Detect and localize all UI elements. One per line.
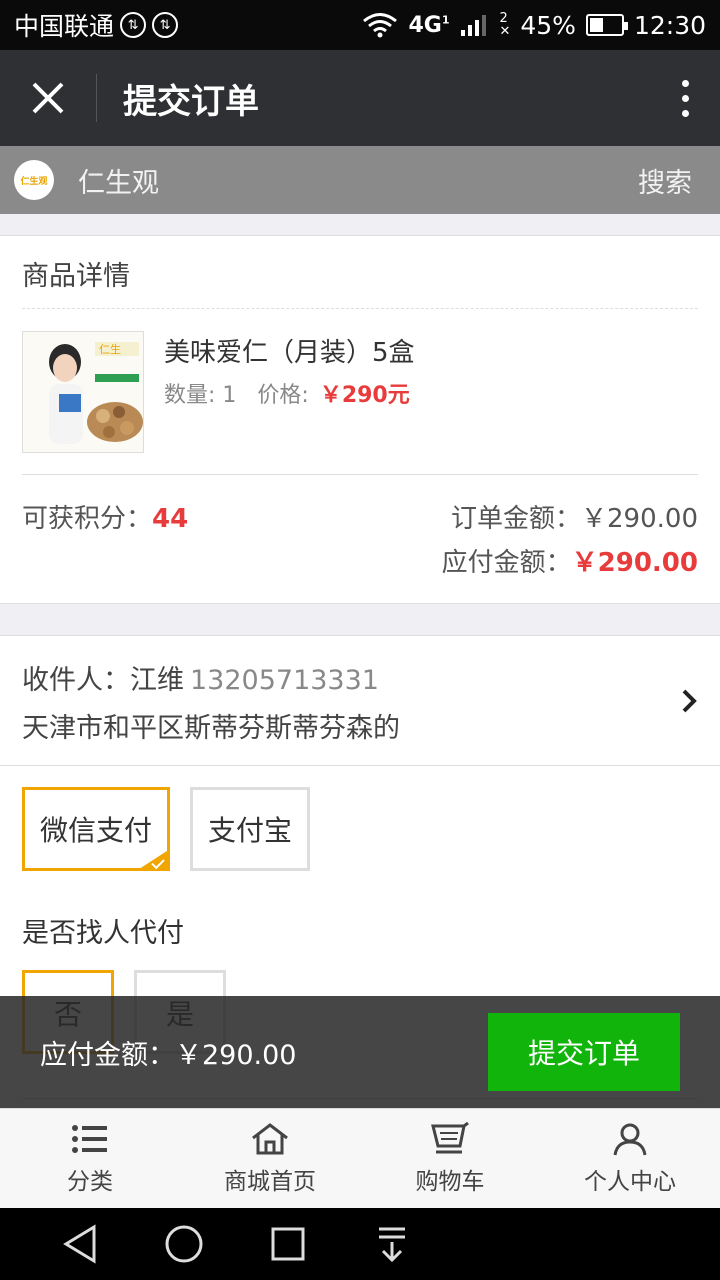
tab-home[interactable]: 商城首页 xyxy=(180,1109,360,1208)
checkmark-icon xyxy=(136,849,170,871)
payable-amount-row: 应付金额：￥290.00 xyxy=(442,542,698,579)
more-menu-button[interactable] xyxy=(650,50,720,146)
title-divider xyxy=(96,74,97,122)
clock: 12:30 xyxy=(633,10,706,40)
payable-amount-value: ￥290.00 xyxy=(571,548,698,578)
carrier-name: 中国联通 xyxy=(14,12,115,41)
close-button[interactable] xyxy=(0,50,96,146)
close-icon xyxy=(32,82,64,114)
payable-amount-label: 应付金额： xyxy=(441,548,572,578)
receiver-name: 收件人：江维 xyxy=(22,665,184,696)
system-navigation-bar xyxy=(0,1208,720,1280)
tab-category-label: 分类 xyxy=(67,1168,113,1195)
page-title: 提交订单 xyxy=(123,81,259,122)
title-bar: 提交订单 xyxy=(0,50,720,146)
user-icon xyxy=(613,1123,647,1155)
alipay-option[interactable]: 支付宝 xyxy=(190,787,310,871)
product-price: ￥290元 xyxy=(319,383,410,408)
tab-cart[interactable]: 购物车 xyxy=(360,1109,540,1208)
divider xyxy=(22,308,698,309)
wechat-pay-option[interactable]: 微信支付 xyxy=(22,787,170,871)
battery-fill xyxy=(589,18,604,32)
shop-logo[interactable]: 仁生观 xyxy=(14,160,54,200)
points-row: 可获积分：44 xyxy=(22,498,188,535)
proxy-pay-question: 是否找人代付 xyxy=(22,918,184,949)
wifi-icon xyxy=(363,13,398,38)
search-button[interactable]: 搜索 xyxy=(638,161,692,200)
cart-icon xyxy=(431,1121,469,1153)
product-name[interactable]: 美味爱仁（月装）5盒 xyxy=(164,332,415,369)
signal-icon xyxy=(461,15,487,36)
home-circle-icon[interactable] xyxy=(164,1224,204,1264)
order-amount-label: 订单金额： xyxy=(451,504,582,534)
tab-profile[interactable]: 个人中心 xyxy=(540,1109,720,1208)
order-amount-row: 订单金额：￥290.00 xyxy=(451,498,698,535)
network-type: 4G1 xyxy=(408,12,450,38)
payment-bar: 应付金额：￥290.00 提交订单 xyxy=(0,996,720,1108)
submit-order-button[interactable]: 提交订单 xyxy=(488,1013,680,1091)
order-amount-value: ￥290.00 xyxy=(581,504,698,534)
svg-text:仁生: 仁生 xyxy=(99,342,121,356)
home-icon xyxy=(252,1122,288,1154)
recents-icon[interactable] xyxy=(270,1224,306,1264)
receiver-address[interactable]: 天津市和平区斯蒂芬斯蒂芬森的 xyxy=(22,706,400,745)
tab-profile-label: 个人中心 xyxy=(584,1168,676,1195)
section-heading: 商品详情 xyxy=(22,261,130,292)
points-label: 可获积分： xyxy=(22,504,153,534)
alipay-label: 支付宝 xyxy=(207,814,292,847)
payable-total: 应付金额：￥290.00 xyxy=(40,1039,297,1071)
status-bar: 中国联通 ⇅ ⇅ 4G1 2 ✕ 45% 12:30 xyxy=(0,0,720,50)
receiver-row[interactable]: 收件人：江维 13205713331 xyxy=(22,658,379,697)
divider xyxy=(22,474,698,475)
receiver-phone: 13205713331 xyxy=(190,665,379,696)
sync-icon: ⇅ xyxy=(120,12,147,38)
tab-cart-label: 购物车 xyxy=(415,1168,485,1195)
battery-icon xyxy=(585,14,628,36)
shop-header: 仁生观 仁生观 搜索 xyxy=(0,146,720,214)
quantity-label: 数量: 1 xyxy=(164,383,237,408)
product-thumbnail[interactable]: 仁生 xyxy=(22,331,144,453)
tab-home-label: 商城首页 xyxy=(224,1168,316,1195)
back-icon[interactable] xyxy=(62,1224,98,1264)
shop-name[interactable]: 仁生观 xyxy=(78,161,159,200)
product-meta: 数量: 1 价格: ￥290元 xyxy=(164,377,410,409)
battery-percent: 45% xyxy=(520,10,576,40)
points-value: 44 xyxy=(152,504,189,534)
divider xyxy=(0,765,720,766)
notification-pull-icon[interactable] xyxy=(376,1224,408,1264)
chevron-right-icon[interactable] xyxy=(678,686,702,716)
product-details-card: 商品详情 仁生 美味爱仁（月装）5盒 数量: 1 价格: ￥290元 可获积分：… xyxy=(0,235,720,604)
bottom-navigation: 分类 商城首页 购物车 个人中心 xyxy=(0,1108,720,1208)
sync-icon-2: ⇅ xyxy=(152,12,179,38)
sim2-indicator: 2 ✕ xyxy=(499,11,511,39)
wechat-pay-label: 微信支付 xyxy=(39,814,152,847)
tab-category[interactable]: 分类 xyxy=(0,1109,180,1208)
list-icon xyxy=(72,1124,107,1153)
product-image: 仁生 xyxy=(23,332,143,452)
price-label: 价格: xyxy=(257,383,309,408)
